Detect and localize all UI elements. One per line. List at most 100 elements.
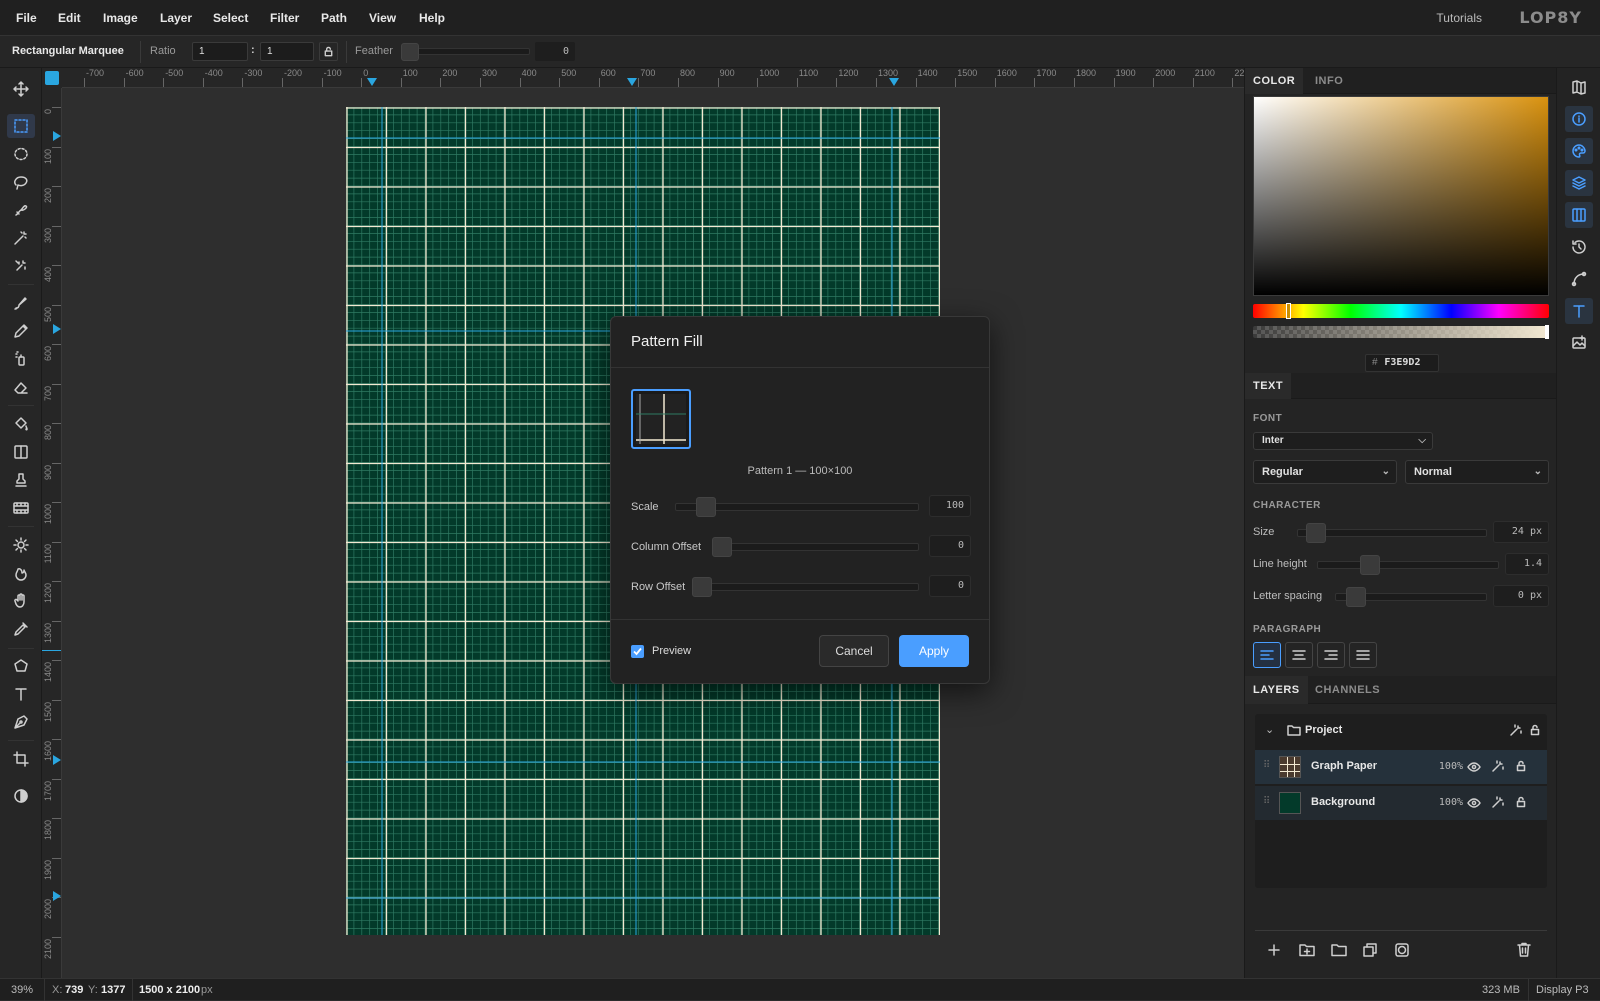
cancel-button[interactable]: Cancel (819, 635, 889, 667)
vertical-ruler[interactable]: 0 100 200 300 400 500 600 700 800 900 1000 1100 1200… (42, 88, 62, 978)
lock-icon[interactable] (1515, 760, 1527, 772)
move-tool[interactable] (7, 77, 35, 101)
lasso-tool[interactable] (7, 170, 35, 194)
guide-marker[interactable] (53, 131, 61, 141)
ratio-width-input[interactable]: 1 (192, 42, 248, 61)
font-style-select[interactable]: Normal ⌄ (1405, 460, 1549, 484)
pattern-thumbnail[interactable] (631, 389, 691, 449)
layer-row-graph-paper[interactable]: ⠿ Graph Paper 100% (1255, 750, 1547, 784)
align-left-button[interactable] (1253, 642, 1281, 668)
font-family-select[interactable]: Inter ⌵ (1253, 432, 1433, 450)
row-offset-slider-thumb[interactable] (692, 577, 712, 597)
film-tool[interactable] (7, 496, 35, 520)
mask-icon[interactable] (1395, 943, 1409, 957)
palette-panel-button[interactable] (1565, 138, 1593, 164)
guide-marker[interactable] (53, 755, 61, 765)
guide-marker[interactable] (53, 891, 61, 901)
lock-icon[interactable] (1529, 724, 1541, 736)
color-saturation-field[interactable] (1253, 96, 1549, 296)
layer-opacity[interactable]: 100% (1439, 797, 1463, 808)
column-offset-slider[interactable] (712, 537, 919, 557)
menu-path[interactable]: Path (321, 11, 347, 25)
scale-value[interactable]: 100 (929, 495, 971, 517)
layer-opacity[interactable]: 100% (1439, 761, 1463, 772)
guide-marker[interactable] (889, 78, 899, 86)
column-offset-slider-thumb[interactable] (712, 537, 732, 557)
new-group-icon[interactable] (1299, 943, 1315, 957)
eye-icon[interactable] (1467, 797, 1481, 809)
align-center-button[interactable] (1285, 642, 1313, 668)
column-offset-value[interactable]: 0 (929, 535, 971, 557)
size-slider[interactable] (1297, 523, 1487, 543)
preview-label[interactable]: Preview (652, 645, 691, 657)
hex-value[interactable]: F3E9D2 (1384, 357, 1420, 368)
tab-color[interactable]: COLOR (1245, 68, 1304, 94)
tab-info[interactable]: INFO (1307, 68, 1351, 94)
lock-ratio-button[interactable] (319, 42, 338, 61)
paths-panel-button[interactable] (1565, 266, 1593, 292)
info-panel-button[interactable] (1565, 106, 1593, 132)
tutorials-link[interactable]: Tutorials (1436, 11, 1482, 25)
font-weight-select[interactable]: Regular ⌄ (1253, 460, 1397, 484)
rect-marquee-tool[interactable] (7, 114, 35, 138)
magic-wand-tool[interactable] (7, 226, 35, 250)
guide-marker[interactable] (367, 78, 377, 86)
size-value[interactable]: 24 px (1493, 521, 1549, 543)
guide-marker[interactable] (627, 78, 637, 86)
eraser-tool[interactable] (7, 375, 35, 399)
scale-slider[interactable] (675, 497, 919, 517)
menu-image[interactable]: Image (103, 11, 138, 25)
ratio-height-input[interactable]: 1 (260, 42, 314, 61)
hue-slider-thumb[interactable] (1286, 303, 1291, 319)
tab-text[interactable]: TEXT (1245, 373, 1292, 399)
scale-slider-thumb[interactable] (696, 497, 716, 517)
foreground-color-swatch[interactable] (45, 71, 59, 85)
tab-channels[interactable]: CHANNELS (1307, 676, 1388, 704)
letter-spacing-slider[interactable] (1335, 587, 1487, 607)
apply-button[interactable]: Apply (899, 635, 969, 667)
menu-edit[interactable]: Edit (58, 11, 81, 25)
line-height-value[interactable]: 1.4 (1505, 553, 1549, 575)
dodge-tool[interactable] (7, 533, 35, 557)
feather-slider-thumb[interactable] (401, 43, 419, 61)
row-offset-value[interactable]: 0 (929, 575, 971, 597)
menu-select[interactable]: Select (213, 11, 248, 25)
tab-layers[interactable]: LAYERS (1245, 676, 1308, 704)
crop-tool[interactable] (7, 747, 35, 771)
text-panel-panel-button[interactable] (1565, 298, 1593, 324)
folder-icon[interactable] (1331, 943, 1347, 957)
line-height-slider-thumb[interactable] (1360, 555, 1380, 575)
preview-checkbox[interactable] (631, 645, 644, 658)
gradient-tool[interactable] (7, 440, 35, 464)
type-tool[interactable] (7, 682, 35, 706)
row-offset-slider[interactable] (692, 577, 919, 597)
color-profile[interactable]: Display P3 (1536, 984, 1589, 996)
menu-layer[interactable]: Layer (160, 11, 192, 25)
eyedropper-tool[interactable] (7, 617, 35, 641)
navigator-panel-button[interactable] (1565, 74, 1593, 100)
guide-marker[interactable] (53, 324, 61, 334)
line-height-slider[interactable] (1317, 555, 1499, 575)
layers-panel-button[interactable] (1565, 170, 1593, 196)
effects-icon[interactable] (1491, 760, 1504, 773)
menu-filter[interactable]: Filter (270, 11, 299, 25)
drag-handle-icon[interactable]: ⠿ (1263, 760, 1270, 771)
drag-handle-icon[interactable]: ⠿ (1263, 796, 1270, 807)
burn-tool[interactable] (7, 561, 35, 585)
hue-slider[interactable] (1253, 303, 1549, 319)
menu-help[interactable]: Help (419, 11, 445, 25)
menu-file[interactable]: File (16, 11, 37, 25)
menu-view[interactable]: View (369, 11, 396, 25)
effects-icon[interactable] (1491, 796, 1504, 809)
pencil-tool[interactable] (7, 319, 35, 343)
layer-row-background[interactable]: ⠿ Background 100% (1255, 786, 1547, 820)
trash-icon[interactable] (1517, 942, 1531, 957)
chevron-down-icon[interactable]: ⌄ (1265, 723, 1274, 736)
polygon-tool[interactable] (7, 654, 35, 678)
justify-button[interactable] (1349, 642, 1377, 668)
zoom-level[interactable]: 39% (11, 984, 33, 996)
select-subject-tool[interactable] (7, 254, 35, 278)
duplicate-icon[interactable] (1363, 943, 1377, 957)
lock-icon[interactable] (1515, 796, 1527, 808)
contrast-tool[interactable] (7, 784, 35, 808)
